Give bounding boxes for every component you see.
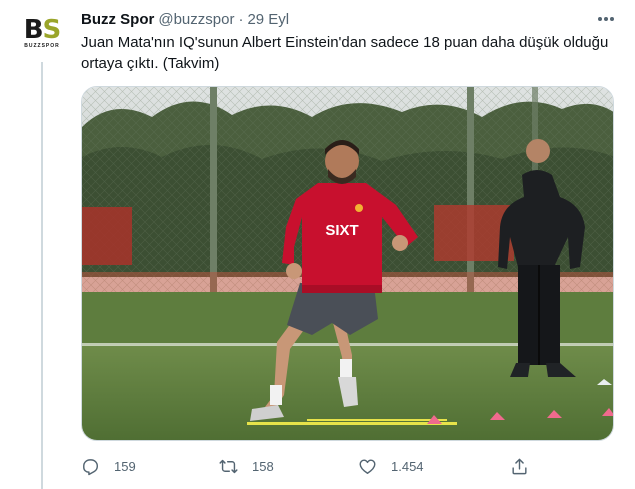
author-handle[interactable]: @buzzspor [158,11,234,28]
retweet-icon [219,459,238,473]
avatar[interactable]: BS BUZZSPOR [20,11,64,55]
tweet-header: Buzz Spor @buzzspor · 29 Eyl [81,9,289,29]
retweet-button[interactable]: 158 [219,455,274,477]
like-count: 1.454 [391,458,424,474]
more-dot-icon [598,17,602,21]
tweet-actions: 159 158 1.454 [81,455,611,477]
avatar-logo-left: B [23,14,44,45]
more-options-button[interactable] [594,10,618,28]
reply-count: 159 [114,458,136,474]
tweet[interactable]: BS BUZZSPOR Buzz Spor @buzzspor · 29 Eyl… [0,0,635,489]
thread-line [41,62,43,489]
retweet-count: 158 [252,458,274,474]
share-button[interactable] [510,455,543,477]
separator-dot: · [238,10,244,28]
photo-image: SIXT [82,87,613,440]
avatar-subtext: BUZZSPOR [24,42,60,49]
share-icon [512,458,527,474]
avatar-logo: BS [23,14,62,45]
more-dot-icon [610,17,614,21]
tweet-time[interactable]: 29 Eyl [247,11,289,28]
heart-icon [359,458,376,474]
jersey-sponsor: SIXT [325,222,358,239]
tweet-text: Juan Mata'nın IQ'sunun Albert Einstein'd… [81,34,609,72]
avatar-logo-right: S [42,14,62,45]
reply-icon [83,458,99,475]
more-dot-icon [604,17,608,21]
reply-button[interactable]: 159 [81,455,136,477]
like-button[interactable]: 1.454 [358,455,424,477]
author-name[interactable]: Buzz Spor [81,11,154,28]
tweet-photo[interactable]: SIXT [81,86,614,441]
